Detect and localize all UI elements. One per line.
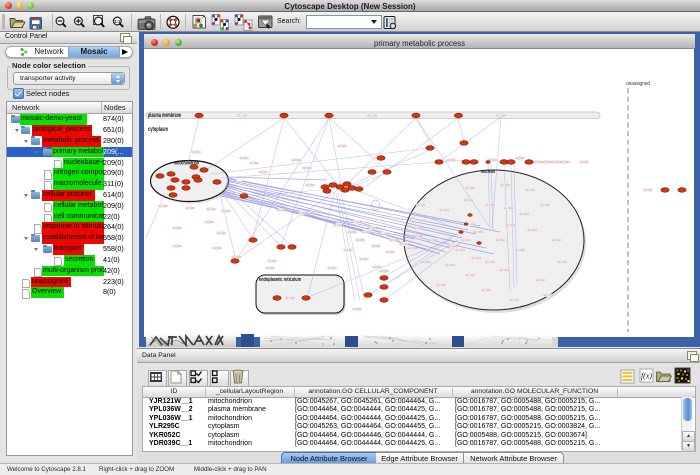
svg-text:GO:004: GO:004 (221, 209, 231, 213)
svg-text:f(x): f(x) (641, 372, 652, 381)
svg-text:GO:004: GO:004 (285, 296, 295, 300)
svg-text:GO:004: GO:004 (496, 114, 506, 118)
svg-text:GO:004: GO:004 (367, 226, 377, 230)
svg-text:GO:004: GO:004 (527, 228, 537, 232)
svg-text:GO:004: GO:004 (191, 150, 201, 154)
svg-text:GO:004: GO:004 (327, 266, 337, 270)
svg-text:GO:004: GO:004 (204, 220, 214, 224)
svg-text:GO:004: GO:004 (503, 206, 513, 210)
svg-text:GO:004: GO:004 (447, 244, 457, 248)
svg-text:unassigned: unassigned (626, 81, 650, 87)
svg-text:GO:004: GO:004 (361, 230, 371, 234)
svg-text:GO:004: GO:004 (172, 226, 182, 230)
svg-text:GO:004: GO:004 (465, 186, 475, 190)
svg-text:GO:004: GO:004 (291, 158, 301, 162)
svg-text:GO:004: GO:004 (351, 220, 361, 224)
svg-text:GO:004: GO:004 (371, 244, 381, 248)
svg-text:GO:004: GO:004 (535, 278, 545, 282)
svg-text:GO:004: GO:004 (519, 212, 529, 216)
svg-text:cytoplasm: cytoplasm (148, 127, 168, 133)
svg-text:plasma membrane: plasma membrane (148, 113, 181, 119)
svg-text:GO:004: GO:004 (525, 188, 535, 192)
svg-text:GO:004: GO:004 (379, 269, 389, 273)
svg-text:GO:004: GO:004 (500, 183, 510, 187)
svg-text:GO:004: GO:004 (436, 283, 446, 287)
svg-text:GO:004: GO:004 (446, 158, 456, 162)
svg-text:GO:004: GO:004 (413, 234, 423, 238)
svg-text:GO:004: GO:004 (465, 273, 475, 277)
svg-text:GO:004: GO:004 (560, 160, 570, 164)
svg-text:GO:004: GO:004 (337, 144, 347, 148)
svg-text:GO:004: GO:004 (540, 203, 550, 207)
svg-text:GO:004: GO:004 (343, 248, 353, 252)
svg-text:GO:004: GO:004 (471, 256, 481, 260)
svg-text:GO:004: GO:004 (515, 156, 525, 160)
svg-text:GO:004: GO:004 (333, 223, 343, 227)
svg-text:GO:004: GO:004 (305, 183, 315, 187)
svg-text:GO:004: GO:004 (551, 238, 561, 242)
svg-text:GO:004: GO:004 (427, 238, 437, 242)
svg-text:GO:004: GO:004 (297, 211, 307, 215)
svg-text:1:1: 1:1 (114, 19, 121, 24)
svg-text:GO:004: GO:004 (359, 257, 369, 261)
svg-text:GO:004: GO:004 (399, 242, 409, 246)
svg-text:GO:004: GO:004 (579, 160, 589, 164)
svg-text:GO:004: GO:004 (505, 223, 515, 227)
svg-text:GO:004: GO:004 (473, 230, 483, 234)
svg-text:GO:004: GO:004 (485, 203, 495, 207)
svg-text:GO:004: GO:004 (347, 230, 357, 234)
svg-text:GO:004: GO:004 (509, 298, 519, 302)
svg-text:GO:004: GO:004 (212, 246, 222, 250)
svg-text:GO:004: GO:004 (439, 208, 449, 212)
svg-text:GO:004: GO:004 (276, 208, 286, 212)
svg-text:GO:004: GO:004 (355, 238, 365, 242)
svg-text:GO:004: GO:004 (461, 238, 471, 242)
svg-text:GO:004: GO:004 (485, 260, 495, 264)
svg-text:GO:004: GO:004 (265, 266, 275, 270)
svg-text:GO:004: GO:004 (216, 231, 226, 235)
svg-text:GO:004: GO:004 (499, 268, 509, 272)
svg-text:GO:004: GO:004 (543, 293, 553, 297)
svg-text:GO:004: GO:004 (158, 204, 168, 208)
svg-text:GO:004: GO:004 (413, 226, 423, 230)
svg-text:GO:004: GO:004 (231, 255, 241, 259)
svg-text:GO:004: GO:004 (415, 203, 425, 207)
svg-text:GO:004: GO:004 (302, 166, 312, 170)
svg-text:GO:004: GO:004 (367, 114, 377, 118)
svg-text:GO:004: GO:004 (389, 238, 399, 242)
svg-text:GO:004: GO:004 (481, 288, 491, 292)
svg-text:GO:004: GO:004 (372, 265, 382, 269)
svg-text:GO:004: GO:004 (495, 238, 505, 242)
svg-text:GO:004: GO:004 (258, 170, 268, 174)
svg-text:GO:004: GO:004 (515, 248, 525, 252)
svg-text:GO:004: GO:004 (385, 250, 395, 254)
svg-text:GO:004: GO:004 (185, 206, 195, 210)
svg-text:GO:004: GO:004 (421, 260, 431, 264)
svg-text:GO:004: GO:004 (239, 156, 249, 160)
svg-text:GO:004: GO:004 (206, 207, 216, 211)
svg-text:GO:004: GO:004 (352, 307, 362, 311)
svg-text:GO:004: GO:004 (267, 259, 277, 263)
svg-text:GO:004: GO:004 (463, 198, 473, 202)
svg-text:GO:004: GO:004 (172, 244, 182, 248)
svg-text:GO:004: GO:004 (445, 263, 455, 267)
svg-text:GO:004: GO:004 (249, 161, 259, 165)
svg-text:GO:004: GO:004 (379, 232, 389, 236)
svg-text:endoplasmic reticulum: endoplasmic reticulum (259, 277, 301, 283)
svg-text:nucleus: nucleus (481, 169, 495, 175)
svg-text:GO:004: GO:004 (237, 114, 247, 118)
svg-text:GO:004: GO:004 (455, 248, 465, 252)
svg-text:GO:004: GO:004 (643, 188, 653, 192)
svg-text:GO:004: GO:004 (407, 246, 417, 250)
svg-text:GO:004: GO:004 (557, 260, 567, 264)
